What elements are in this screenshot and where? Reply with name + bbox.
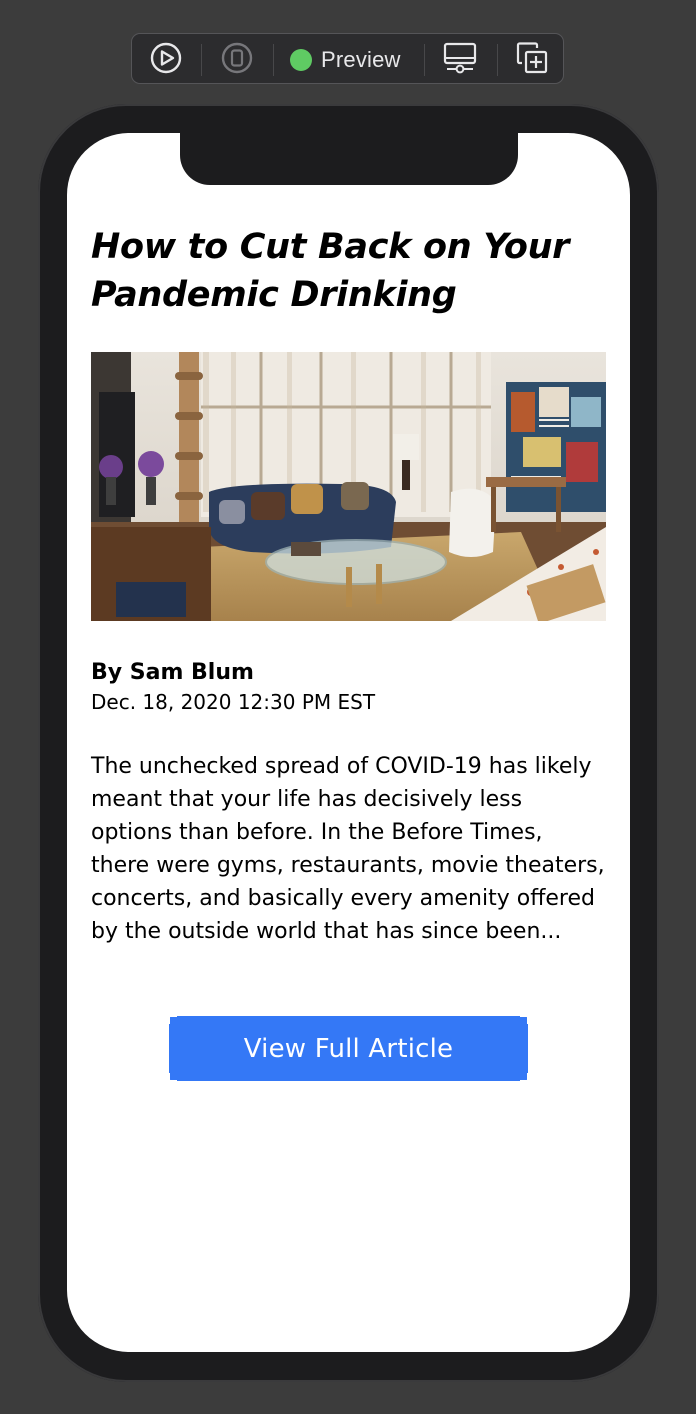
view-full-article-label: View Full Article — [243, 1033, 454, 1064]
article-author: By Sam Blum — [91, 660, 254, 685]
xcode-canvas: Preview How to Cut Back on Your Pandemic… — [0, 0, 696, 1414]
preview-toolbar: Preview — [131, 33, 564, 84]
article-image — [91, 352, 606, 621]
device-notch — [180, 133, 518, 185]
device-settings-icon — [443, 41, 477, 80]
preview-status: Preview — [290, 44, 401, 76]
status-indicator — [290, 49, 312, 71]
article-date: Dec. 18, 2020 12:30 PM EST — [91, 690, 376, 714]
device-preview-button[interactable] — [219, 42, 255, 78]
live-preview-button[interactable] — [148, 42, 184, 78]
preview-label: Preview — [321, 47, 401, 72]
device-screen: How to Cut Back on Your Pandemic Drinkin… — [67, 133, 630, 1352]
device-live-icon — [220, 41, 254, 80]
duplicate-preview-icon — [515, 41, 549, 80]
article-title: How to Cut Back on Your Pandemic Drinkin… — [91, 227, 570, 315]
play-circle-icon — [149, 41, 183, 80]
duplicate-preview-button[interactable] — [514, 41, 550, 80]
article-summary: The unchecked spread of COVID-19 has lik… — [91, 754, 605, 944]
device-settings-button[interactable] — [442, 42, 478, 78]
view-full-article-button[interactable]: View Full Article — [169, 1016, 528, 1081]
